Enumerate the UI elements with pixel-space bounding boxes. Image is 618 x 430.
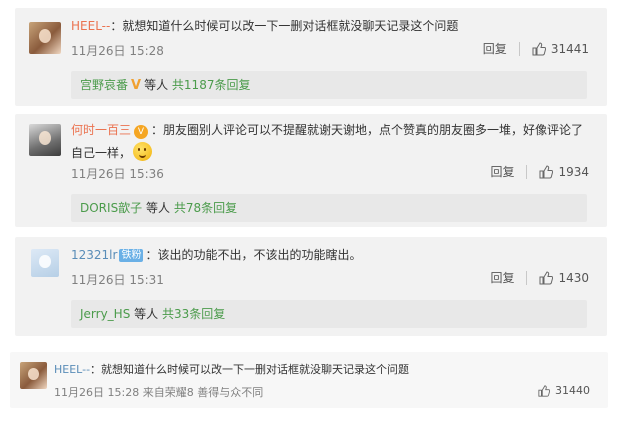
reply-count-link[interactable]: 共78条回复 [174,201,237,215]
like-count: 1934 [558,164,589,179]
thumbs-up-icon [538,384,550,397]
comment-source: 来自荣耀8 善得与众不同 [142,386,264,399]
reply-button[interactable]: 回复 [490,269,514,286]
comment-card: 何时一百三 V ：朋友圈别人评论可以不提醒就谢天谢地，点个赞真的朋友圈多一堆，好像评… [15,114,607,227]
reply-username[interactable]: DORIS歆子 [80,201,142,215]
reply-others: 等人 [146,201,171,215]
comment-actions: 回复 31441 [483,40,589,57]
comment-text: ：就想知道什么时候可以改一下一删对话框就没聊天记录这个问题 [90,363,410,376]
divider [526,164,528,179]
comment-timestamp: 11月26日 15:28 [54,386,140,399]
v-badge-icon: V [131,78,142,93]
like-button[interactable]: 31440 [538,384,590,397]
like-count: 1430 [558,270,589,285]
sub-replies[interactable]: Jerry_HS 等人 共33条回复 [71,300,587,328]
avatar[interactable] [20,362,47,389]
comment-timestamp: 11月26日 15:28 [71,44,164,58]
comment-body-cont: 自己一样， [71,142,153,163]
comment-card: 12321lr 铁粉 ：该出的功能不出，不该出的功能瞎出。 11月26日 15:31… [15,237,607,336]
comment-actions: 31440 [538,384,590,397]
avatar[interactable] [31,249,59,277]
comment-username[interactable]: HEEL-- [71,19,110,33]
comment-card: HEEL--：就想知道什么时候可以改一下一删对话框就没聊天记录这个问题 11月2… [15,8,607,106]
reply-others: 等人 [134,307,159,321]
comment-timestamp: 11月26日 15:36 [71,167,164,181]
like-button[interactable]: 1934 [539,165,589,179]
avatar[interactable] [29,124,61,156]
divider [526,270,528,285]
verified-badge-icon: V [134,125,149,139]
comment-body: HEEL--：就想知道什么时候可以改一下一删对话框就没聊天记录这个问题 [71,16,458,36]
comment-username[interactable]: 12321lr [71,248,117,262]
reply-button[interactable]: 回复 [483,40,507,57]
comment-body: 何时一百三 V ：朋友圈别人评论可以不提醒就谢天谢地，点个赞真的朋友圈多一堆，好像评… [71,120,583,140]
comment-text: ：该出的功能不出，不该出的功能瞎出。 [145,248,362,262]
reply-count-link[interactable]: 共1187条回复 [172,78,251,92]
thumbs-up-icon [539,270,554,284]
comment-username[interactable]: HEEL-- [54,363,90,376]
sub-replies[interactable]: DORIS歆子 等人 共78条回复 [71,194,587,222]
comment-text: ：就想知道什么时候可以改一下一删对话框就没聊天记录这个问题 [110,19,459,33]
reply-button[interactable]: 回复 [490,163,514,180]
reply-others: 等人 [144,78,169,92]
comment-actions: 回复 1430 [490,269,589,286]
comment-username[interactable]: 何时一百三 [71,123,131,137]
divider [518,41,520,56]
comment-body: 12321lr 铁粉 ：该出的功能不出，不该出的功能瞎出。 [71,245,361,265]
avatar[interactable] [29,22,61,54]
comment-meta: 11月26日 15:28 来自荣耀8 善得与众不同 [54,384,263,400]
reply-username[interactable]: Jerry_HS [80,307,130,321]
comment-actions: 回复 1934 [490,163,589,180]
comment-timestamp: 11月26日 15:31 [71,273,164,287]
comment-card: HEEL--：就想知道什么时候可以改一下一删对话框就没聊天记录这个问题 11月2… [10,352,608,408]
reply-username[interactable]: 宫野哀番 [80,78,128,92]
sub-replies[interactable]: 宫野哀番 V 等人 共1187条回复 [71,71,587,99]
like-count: 31441 [550,41,589,56]
thumbs-up-icon [539,164,554,178]
comment-body: HEEL--：就想知道什么时候可以改一下一删对话框就没聊天记录这个问题 [54,360,409,380]
thumbs-up-icon [532,41,546,55]
smile-emoji-icon [133,142,153,161]
like-button[interactable]: 31441 [532,42,589,56]
comment-text: 自己一样， [71,146,132,160]
like-button[interactable]: 1430 [539,271,589,285]
comment-text: ：朋友圈别人评论可以不提醒就谢天谢地，点个赞真的朋友圈多一堆，好像评论了 [151,123,584,137]
fan-badge: 铁粉 [119,249,144,262]
reply-count-link[interactable]: 共33条回复 [162,307,225,321]
like-count: 31440 [555,384,590,397]
